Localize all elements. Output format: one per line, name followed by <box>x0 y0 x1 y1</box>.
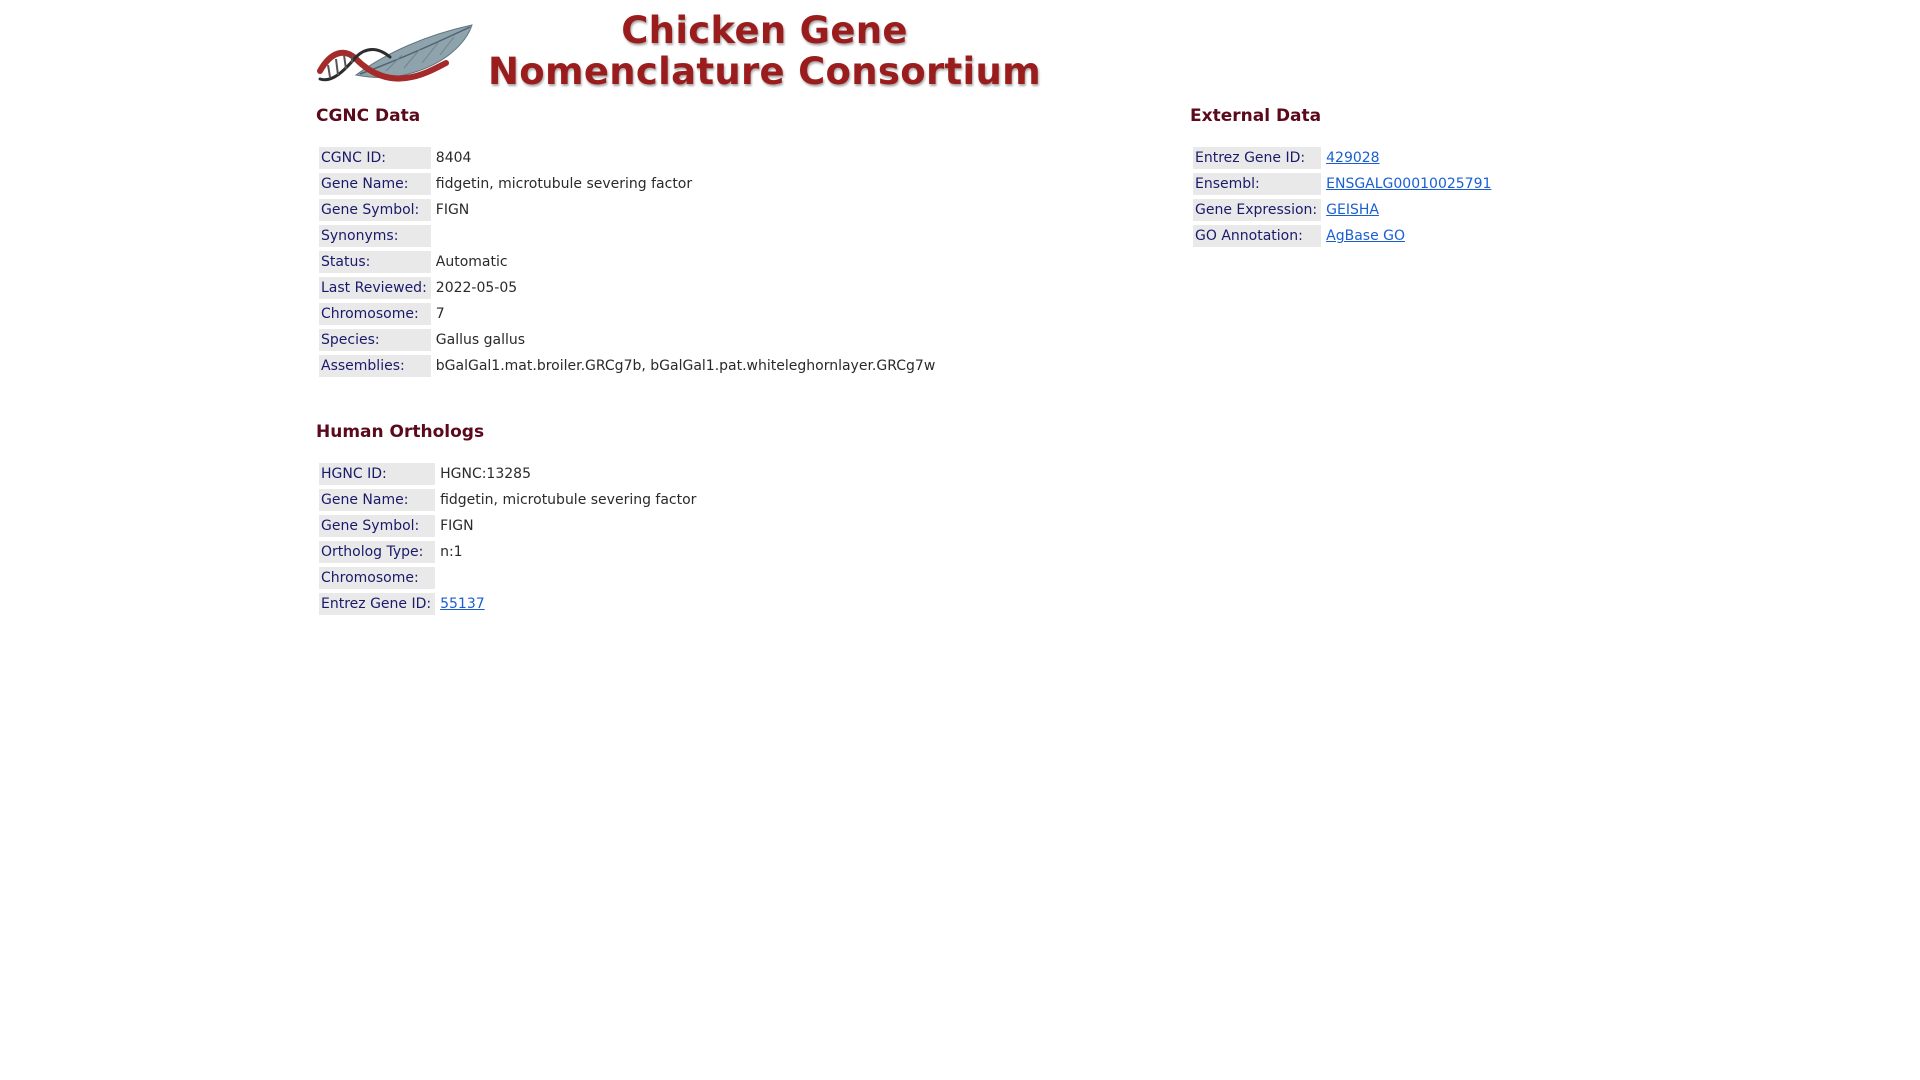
species-value: Gallus gallus <box>435 332 526 348</box>
gene-name-value: fidgetin, microtubule severing factor <box>435 176 693 192</box>
last-reviewed-value: 2022-05-05 <box>435 280 518 296</box>
last-reviewed-label: Last Reviewed: <box>319 277 431 299</box>
ortholog-entrez-gene-id-label: Entrez Gene ID: <box>319 593 436 615</box>
ensembl-link[interactable]: ENSGALG00010025791 <box>1326 176 1491 192</box>
table-row: Gene Symbol: FIGN <box>319 515 698 537</box>
external-data-table: Entrez Gene ID: 429028 Ensembl: ENSGALG0… <box>1190 143 1496 251</box>
cgnc-id-value: 8404 <box>435 150 472 166</box>
table-row: HGNC ID: HGNC:13285 <box>319 463 698 485</box>
table-row: Synonyms: <box>319 225 937 247</box>
go-annotation-label: GO Annotation: <box>1193 225 1322 247</box>
ortholog-chromosome-label: Chromosome: <box>319 567 436 589</box>
table-row: Gene Name: fidgetin, microtubule severin… <box>319 489 698 511</box>
table-row: Ortholog Type: n:1 <box>319 541 698 563</box>
ensembl-label: Ensembl: <box>1193 173 1322 195</box>
cgnc-data-table: CGNC ID: 8404 Gene Name: fidgetin, micro… <box>316 143 940 381</box>
chromosome-label: Chromosome: <box>319 303 431 325</box>
table-row: Chromosome: 7 <box>319 303 937 325</box>
table-row: Species: Gallus gallus <box>319 329 937 351</box>
status-label: Status: <box>319 251 431 273</box>
table-row: Status: Automatic <box>319 251 937 273</box>
hgnc-id-label: HGNC ID: <box>319 463 436 485</box>
agbase-go-link[interactable]: AgBase GO <box>1326 228 1405 244</box>
table-row: Gene Name: fidgetin, microtubule severin… <box>319 173 937 195</box>
species-label: Species: <box>319 329 431 351</box>
site-title-line2: Nomenclature Consortium <box>488 50 1041 93</box>
ortholog-gene-name-value: fidgetin, microtubule severing factor <box>440 492 697 508</box>
table-row: CGNC ID: 8404 <box>319 147 937 169</box>
hgnc-id-value: HGNC:13285 <box>440 466 531 482</box>
gene-name-label: Gene Name: <box>319 173 431 195</box>
table-row: Gene Symbol: FIGN <box>319 199 937 221</box>
external-data-heading: External Data <box>1190 106 1322 126</box>
synonyms-value <box>434 225 937 247</box>
synonyms-label: Synonyms: <box>319 225 431 247</box>
human-orthologs-table: HGNC ID: HGNC:13285 Gene Name: fidgetin,… <box>316 459 701 619</box>
table-row: GO Annotation: AgBase GO <box>1193 225 1493 247</box>
entrez-gene-id-link[interactable]: 429028 <box>1326 150 1379 166</box>
gene-symbol-label: Gene Symbol: <box>319 199 431 221</box>
table-row: Gene Expression: GEISHA <box>1193 199 1493 221</box>
table-row: Assemblies: bGalGal1.mat.broiler.GRCg7b,… <box>319 355 937 377</box>
table-row: Entrez Gene ID: 429028 <box>1193 147 1493 169</box>
ortholog-gene-name-label: Gene Name: <box>319 489 436 511</box>
cgnc-data-heading: CGNC Data <box>316 106 421 126</box>
entrez-gene-id-label: Entrez Gene ID: <box>1193 147 1322 169</box>
table-row: Last Reviewed: 2022-05-05 <box>319 277 937 299</box>
ortholog-entrez-gene-id-link[interactable]: 55137 <box>440 596 485 612</box>
status-value: Automatic <box>435 254 508 270</box>
human-orthologs-heading: Human Orthologs <box>316 422 485 442</box>
table-row: Chromosome: <box>319 567 698 589</box>
table-row: Entrez Gene ID: 55137 <box>319 593 698 615</box>
ortholog-gene-symbol-value: FIGN <box>440 518 474 534</box>
assemblies-label: Assemblies: <box>319 355 431 377</box>
site-title: Chicken Gene Nomenclature Consortium <box>488 10 1041 92</box>
site-header: Chicken Gene Nomenclature Consortium <box>316 6 1041 96</box>
gene-expression-label: Gene Expression: <box>1193 199 1322 221</box>
page: Chicken Gene Nomenclature Consortium CGN… <box>0 0 1920 1080</box>
dna-feather-logo-icon[interactable] <box>316 13 476 89</box>
geisha-link[interactable]: GEISHA <box>1326 202 1379 218</box>
gene-symbol-value: FIGN <box>435 202 470 218</box>
table-row: Ensembl: ENSGALG00010025791 <box>1193 173 1493 195</box>
ortholog-gene-symbol-label: Gene Symbol: <box>319 515 436 537</box>
cgnc-id-label: CGNC ID: <box>319 147 431 169</box>
site-title-line1: Chicken Gene <box>621 9 908 52</box>
ortholog-type-label: Ortholog Type: <box>319 541 436 563</box>
ortholog-chromosome-value <box>438 567 698 589</box>
assemblies-value: bGalGal1.mat.broiler.GRCg7b, bGalGal1.pa… <box>435 358 936 374</box>
ortholog-type-value: n:1 <box>440 544 463 560</box>
chromosome-value: 7 <box>435 306 445 322</box>
